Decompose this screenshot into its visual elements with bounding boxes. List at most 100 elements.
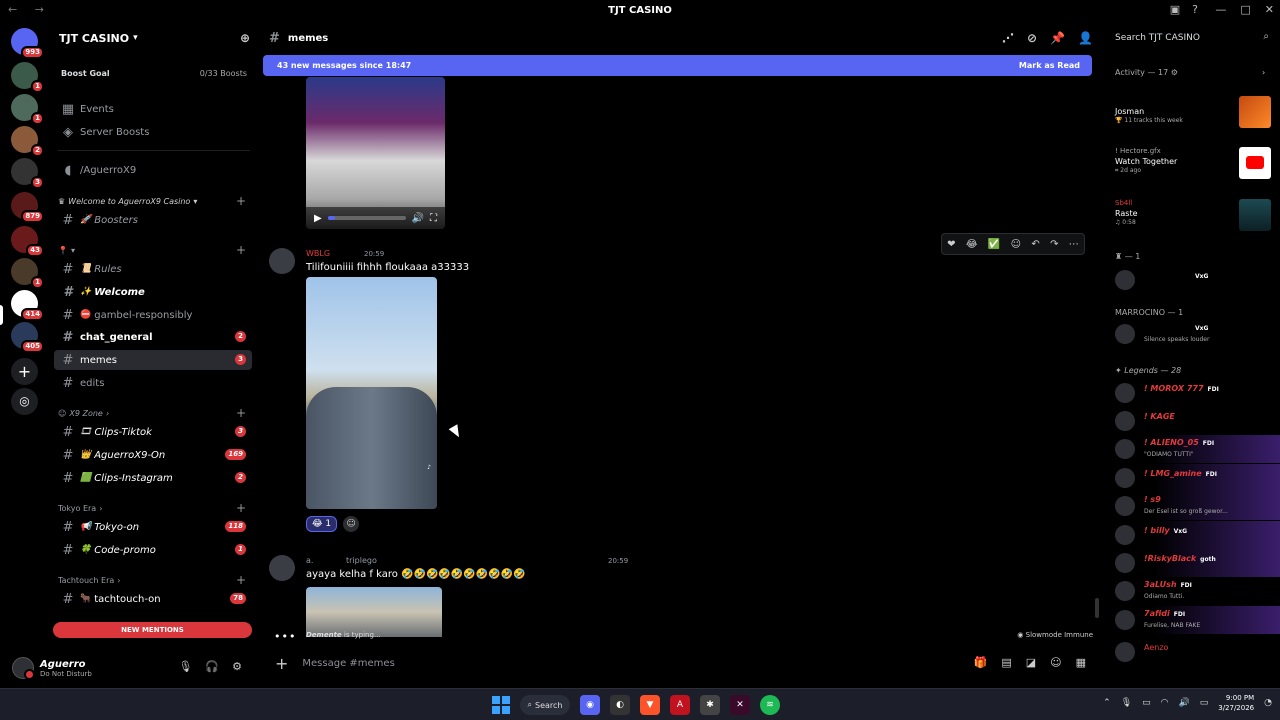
fullscreen-icon[interactable]: ⛶ bbox=[430, 213, 437, 224]
check-reaction-icon[interactable]: ✅ bbox=[988, 239, 1000, 250]
add-channel-icon[interactable]: + bbox=[236, 573, 246, 587]
reaction-laugh[interactable]: 😂 1 bbox=[306, 516, 338, 532]
discover-icon[interactable]: ◎ bbox=[11, 388, 38, 415]
server-icon[interactable]: 1 bbox=[11, 94, 44, 125]
channel-edits[interactable]: # edits bbox=[54, 373, 252, 393]
add-channel-icon[interactable]: + bbox=[236, 243, 246, 257]
member-row[interactable]: !RiskyBlack goth bbox=[1101, 549, 1280, 577]
member-row[interactable]: ! billy VxG bbox=[1101, 521, 1280, 549]
server-folder-icon[interactable]: 405 bbox=[11, 322, 44, 353]
add-attachment-icon[interactable]: + bbox=[275, 654, 288, 673]
add-channel-icon[interactable]: + bbox=[236, 406, 246, 420]
new-messages-bar[interactable]: 43 new messages since 18:47 Mark as Read bbox=[263, 55, 1092, 76]
events-item[interactable]: ▦ Events bbox=[54, 99, 252, 119]
activity-card[interactable]: Josman 🏆 11 tracks this week bbox=[1115, 96, 1275, 128]
volume-icon[interactable]: 🔊 bbox=[412, 213, 424, 224]
avatar[interactable] bbox=[12, 657, 35, 680]
activity-card[interactable]: Sb4ll Raste ♫ 0:58 bbox=[1115, 199, 1275, 231]
video-attachment[interactable]: ♪ bbox=[306, 277, 437, 509]
channel-boosters[interactable]: # 🚀 Boosters bbox=[54, 210, 252, 230]
server-icon[interactable]: 1 bbox=[11, 258, 44, 289]
minimize-icon[interactable]: — bbox=[1215, 3, 1226, 16]
channel-memes[interactable]: # memes 3 bbox=[54, 350, 252, 370]
notifications-icon[interactable]: ◔ bbox=[1264, 698, 1272, 708]
category-welcome[interactable]: ♛ Welcome to AguerroX9 Casino ▾ + bbox=[58, 194, 250, 208]
add-reaction-icon[interactable]: ☺ bbox=[343, 516, 360, 532]
channel-gambel-responsibly[interactable]: # ⛔ gambel-responsibly bbox=[54, 305, 252, 325]
sticker-icon[interactable]: ◪ bbox=[1026, 656, 1036, 669]
brave-browser-icon[interactable]: ▼ bbox=[640, 695, 660, 715]
pin-icon[interactable]: 📌 bbox=[1050, 31, 1065, 45]
chat-scrollbar[interactable] bbox=[1095, 76, 1099, 621]
avatar[interactable] bbox=[269, 555, 295, 581]
member-row[interactable]: ! KAGE bbox=[1101, 407, 1280, 435]
message-input[interactable]: Message #memes bbox=[302, 658, 394, 669]
channel-welcome[interactable]: # ✨ Welcome bbox=[54, 282, 252, 302]
member-row[interactable]: ! ALIENO_05 FDI "ODIAMO TUTTI" bbox=[1101, 435, 1280, 463]
capcut-icon[interactable]: ✕ bbox=[730, 695, 750, 715]
category-tachtouch-era[interactable]: Tachtouch Era › + bbox=[58, 573, 250, 587]
server-icon[interactable]: 1 bbox=[11, 62, 44, 93]
apps-icon[interactable]: ▦ bbox=[1076, 656, 1086, 669]
member-row[interactable]: VxG Silence speaks louder bbox=[1101, 320, 1280, 348]
microphone-icon[interactable]: 🎙 bbox=[1121, 698, 1132, 708]
category-unnamed[interactable]: 📍 ▾ + bbox=[58, 243, 250, 257]
inbox-icon[interactable]: ▣ bbox=[1170, 3, 1180, 16]
image-attachment[interactable] bbox=[306, 587, 442, 637]
more-icon[interactable]: ⋯ bbox=[1069, 239, 1079, 250]
adobe-icon[interactable]: A bbox=[670, 695, 690, 715]
server-boosts-item[interactable]: ◈ Server Boosts bbox=[54, 122, 252, 142]
server-icon-tjt-casino[interactable]: 414 bbox=[11, 290, 44, 321]
member-row[interactable]: 7afidi FDI Furelise, NAB FAKE bbox=[1101, 606, 1280, 634]
category-x9-zone[interactable]: ☺ X9 Zone › + bbox=[58, 406, 250, 420]
volume-icon[interactable]: 🔊 bbox=[1179, 698, 1190, 708]
member-row[interactable]: VxG bbox=[1101, 266, 1280, 294]
channel-tokyo-on[interactable]: # 📢 Tokyo-on 118 bbox=[54, 517, 252, 537]
voice-channel[interactable]: ◖ /AguerroX9 bbox=[54, 160, 252, 180]
windows-start-icon[interactable] bbox=[492, 696, 510, 714]
mark-as-read-button[interactable]: Mark as Read bbox=[1019, 61, 1080, 70]
channel-rules[interactable]: # 📜 Rules bbox=[54, 259, 252, 279]
gift-icon[interactable]: 🎁 bbox=[974, 656, 988, 669]
app-icon[interactable]: ◐ bbox=[610, 695, 630, 715]
new-mentions-button[interactable]: NEW MENTIONS bbox=[53, 622, 252, 638]
headphones-icon[interactable]: 🎧 bbox=[205, 660, 219, 673]
video-attachment[interactable]: ▶ 🔊 ⛶ bbox=[306, 77, 445, 229]
member-row[interactable]: ! LMG_amine FDI bbox=[1101, 464, 1280, 492]
reply-icon[interactable]: ↶ bbox=[1031, 239, 1039, 250]
gif-icon[interactable]: ▤ bbox=[1001, 656, 1011, 669]
server-icon[interactable]: 879 bbox=[11, 192, 44, 223]
member-row[interactable]: 3aLUsh FDI Odiamo Tutti. bbox=[1101, 577, 1280, 605]
member-row[interactable]: Aenzo bbox=[1101, 638, 1280, 666]
server-icon[interactable]: 3 bbox=[11, 158, 44, 189]
heart-reaction-icon[interactable]: ❤ bbox=[947, 239, 955, 250]
close-icon[interactable]: ✕ bbox=[1265, 3, 1274, 16]
search-input[interactable]: Search TJT CASINO ⌕ bbox=[1109, 28, 1273, 48]
app-icon[interactable]: ✱ bbox=[700, 695, 720, 715]
channel-code-promo[interactable]: # 🍀 Code-promo 1 bbox=[54, 540, 252, 560]
server-icon[interactable]: 2 bbox=[11, 126, 44, 157]
notifications-icon[interactable]: ⊘ bbox=[1027, 31, 1037, 45]
wifi-icon[interactable]: ◠ bbox=[1161, 698, 1169, 708]
channel-tachtouch-on[interactable]: # 🐂 tachtouch-on 78 bbox=[54, 589, 252, 609]
microphone-icon[interactable]: 🎙 bbox=[178, 660, 192, 673]
video-progress[interactable] bbox=[327, 216, 406, 220]
add-reaction-icon[interactable]: ☺ bbox=[1011, 239, 1021, 250]
avatar[interactable] bbox=[269, 248, 295, 274]
home-icon[interactable]: 993 bbox=[11, 28, 44, 59]
activity-card[interactable]: ! Hectore.gfx Watch Together ⌗ 2d ago bbox=[1115, 147, 1275, 179]
boost-goal[interactable]: Boost Goal 0/33 Boosts bbox=[50, 60, 258, 86]
add-server-icon[interactable]: + bbox=[11, 358, 38, 385]
gear-icon[interactable]: ⚙ bbox=[232, 660, 242, 673]
channel-chat-general[interactable]: # chat_general 2 bbox=[54, 327, 252, 347]
maximize-icon[interactable]: □ bbox=[1240, 3, 1250, 16]
add-channel-icon[interactable]: + bbox=[236, 194, 246, 208]
forward-icon[interactable]: ↷ bbox=[1050, 239, 1058, 250]
laugh-reaction-icon[interactable]: 😂 bbox=[966, 239, 978, 250]
message-author[interactable]: triplego bbox=[346, 556, 377, 565]
member-row[interactable]: ! MOROX 777 FDI bbox=[1101, 379, 1280, 407]
emoji-icon[interactable]: ☺ bbox=[1050, 656, 1061, 669]
members-icon[interactable]: 👤 bbox=[1078, 31, 1093, 45]
member-row[interactable]: ! s9 Der Esel ist so groß gewor... bbox=[1101, 492, 1280, 520]
spotify-icon[interactable]: ≋ bbox=[760, 695, 780, 715]
